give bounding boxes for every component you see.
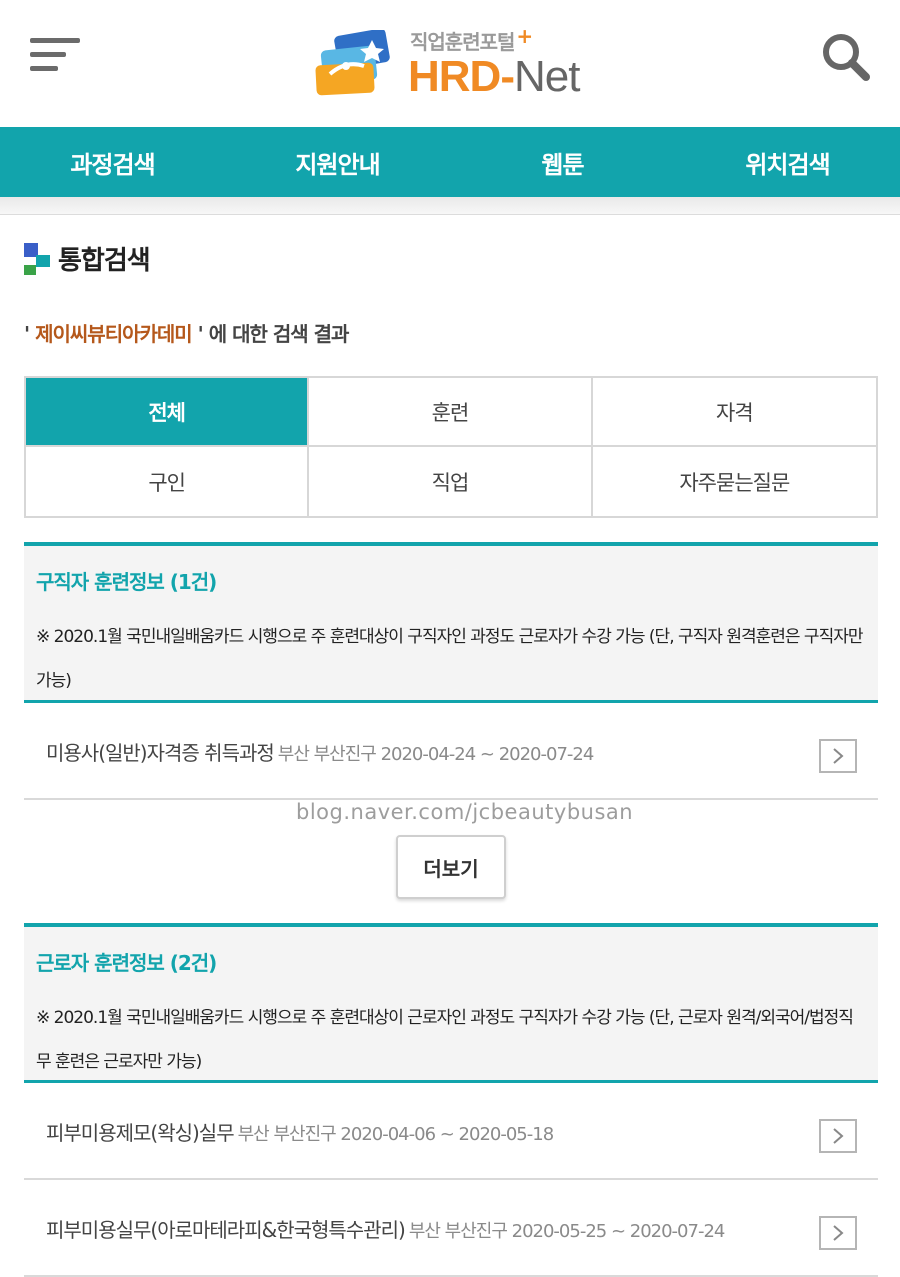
nav-course-search[interactable]: 과정검색 [0, 127, 225, 197]
course-meta: 부산 부산진구 2020-04-24 ~ 2020-07-24 [277, 744, 595, 765]
nav-location-search[interactable]: 위치검색 [675, 127, 900, 197]
app-header: 직업훈련포털 + HRD-Net [0, 0, 900, 127]
logo-subtitle: 직업훈련포털 + [410, 24, 533, 54]
course-meta: 부산 부산진구 2020-04-06 ~ 2020-05-18 [237, 1124, 555, 1145]
course-text: 미용사(일반)자격증 취득과정 부산 부산진구 2020-04-24 ~ 2020… [46, 737, 595, 766]
result-suffix: ' 에 대한 검색 결과 [191, 322, 350, 346]
worker-title: 근로자 훈련정보 (2건) [36, 951, 217, 975]
more-button[interactable]: 더보기 [396, 835, 506, 899]
course-text: 피부미용실무(아로마테라피&한국형특수관리) 부산 부산진구 2020-05-25… [46, 1214, 726, 1243]
logo-cards-icon [315, 30, 390, 96]
tab-occupation[interactable]: 직업 [309, 447, 593, 516]
course-text: 피부미용제모(왁싱)실무 부산 부산진구 2020-04-06 ~ 2020-05… [46, 1117, 555, 1146]
hrd-net-logo[interactable]: 직업훈련포털 + HRD-Net [312, 24, 602, 104]
course-name: 피부미용제모(왁싱)실무 [46, 1121, 235, 1145]
nav-support-guide[interactable]: 지원안내 [225, 127, 450, 197]
section-squares-icon [24, 242, 50, 275]
logo-main-text: HRD- [408, 52, 515, 101]
job-seeker-title: 구직자 훈련정보 (1건) [36, 570, 217, 594]
section-header: 통합검색 [24, 240, 151, 277]
category-tabs: 전체 훈련 자격 구인 직업 자주묻는질문 [24, 376, 878, 518]
blog-watermark: blog.naver.com/jcbeautybusan [296, 800, 634, 824]
nav-divider [0, 197, 900, 215]
page-title: 통합검색 [58, 246, 151, 276]
logo-plus: + [516, 24, 533, 48]
tab-faq[interactable]: 자주묻는질문 [592, 447, 876, 516]
chevron-right-icon[interactable] [819, 1216, 857, 1250]
course-row[interactable]: 피부미용제모(왁싱)실무 부산 부산진구 2020-04-06 ~ 2020-05… [24, 1083, 878, 1180]
job-seeker-panel-header: 구직자 훈련정보 (1건) ※ 2020.1월 국민내일배움카드 시행으로 주 … [24, 542, 878, 703]
quote-open: ' [24, 322, 36, 346]
search-icon[interactable] [818, 30, 874, 86]
logo-net-text: Net [513, 52, 580, 101]
tab-job-posting[interactable]: 구인 [26, 447, 310, 516]
job-seeker-panel: 구직자 훈련정보 (1건) ※ 2020.1월 국민내일배움카드 시행으로 주 … [24, 542, 878, 800]
hamburger-menu-icon[interactable] [30, 38, 82, 74]
course-name: 미용사(일반)자격증 취득과정 [46, 741, 275, 765]
course-row[interactable]: 피부미용실무(아로마테라피&한국형특수관리) 부산 부산진구 2020-05-25… [24, 1180, 878, 1277]
course-meta: 부산 부산진구 2020-05-25 ~ 2020-07-24 [408, 1221, 726, 1242]
course-name: 피부미용실무(아로마테라피&한국형특수관리) [46, 1218, 406, 1242]
logo-wordmark: HRD-Net [408, 52, 580, 102]
worker-panel-header: 근로자 훈련정보 (2건) ※ 2020.1월 국민내일배움카드 시행으로 주 … [24, 923, 878, 1083]
tab-certification[interactable]: 자격 [592, 378, 876, 447]
tab-all[interactable]: 전체 [26, 378, 310, 447]
main-nav: 과정검색 지원안내 웹툰 위치검색 [0, 127, 900, 197]
search-result-summary: ' 제이씨뷰티아카데미 ' 에 대한 검색 결과 [24, 318, 350, 347]
job-seeker-note: ※ 2020.1월 국민내일배움카드 시행으로 주 훈련대상이 구직자인 과정도… [36, 627, 864, 691]
search-keyword: 제이씨뷰티아카데미 [35, 322, 193, 346]
course-row[interactable]: 미용사(일반)자격증 취득과정 부산 부산진구 2020-04-24 ~ 2020… [24, 703, 878, 800]
nav-webtoon[interactable]: 웹툰 [450, 127, 675, 197]
worker-panel: 근로자 훈련정보 (2건) ※ 2020.1월 국민내일배움카드 시행으로 주 … [24, 923, 878, 1277]
chevron-right-icon[interactable] [819, 739, 857, 773]
tab-training[interactable]: 훈련 [309, 378, 593, 447]
worker-note: ※ 2020.1월 국민내일배움카드 시행으로 주 훈련대상이 근로자인 과정도… [36, 1008, 854, 1072]
chevron-right-icon[interactable] [819, 1119, 857, 1153]
